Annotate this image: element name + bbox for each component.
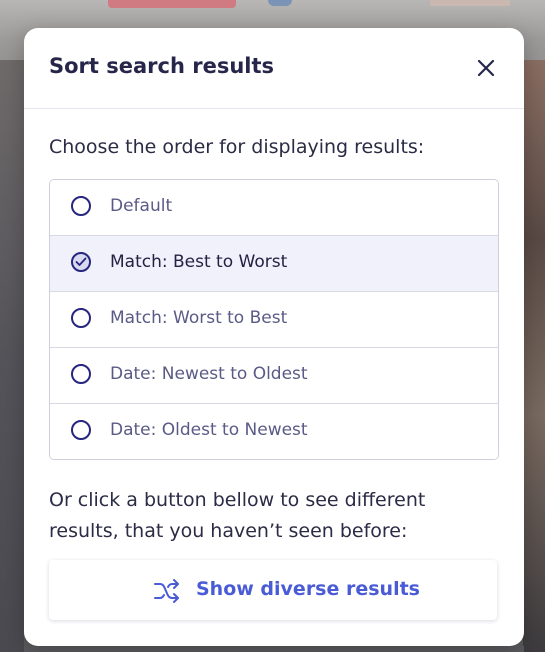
background-element: [108, 0, 236, 8]
sort-option-match-best-to-worst[interactable]: Match: Best to Worst: [50, 235, 498, 291]
background-element: [0, 60, 24, 652]
background-element: [24, 646, 524, 652]
show-diverse-results-button[interactable]: Show diverse results: [49, 560, 497, 620]
background-element: [523, 60, 545, 652]
radio-button[interactable]: [71, 196, 91, 216]
dialog-header: Sort search results: [24, 28, 524, 109]
sort-dialog: Sort search results Choose the order for…: [24, 28, 524, 646]
note-line: Or click a button bellow to see differen…: [49, 489, 426, 511]
diverse-results-note: Or click a button bellow to see differen…: [49, 485, 489, 547]
background-element: [268, 0, 292, 6]
sort-option-date-oldest-to-newest[interactable]: Date: Oldest to Newest: [50, 403, 498, 459]
sort-prompt: Choose the order for displaying results:: [49, 136, 425, 158]
sort-option-label: Match: Best to Worst: [110, 252, 288, 272]
sort-option-label: Default: [110, 196, 173, 216]
check-icon: [75, 257, 87, 266]
radio-button-checked[interactable]: [71, 252, 91, 272]
sort-option-default[interactable]: Default: [50, 180, 498, 235]
sort-option-label: Date: Newest to Oldest: [110, 364, 308, 384]
shuffle-icon: [154, 579, 179, 603]
show-diverse-results-label: Show diverse results: [196, 578, 420, 600]
dialog-title: Sort search results: [49, 54, 275, 78]
sort-option-date-newest-to-oldest[interactable]: Date: Newest to Oldest: [50, 347, 498, 403]
sort-option-label: Date: Oldest to Newest: [110, 420, 308, 440]
sort-option-match-worst-to-best[interactable]: Match: Worst to Best: [50, 291, 498, 347]
background-element: [430, 0, 510, 6]
radio-button[interactable]: [71, 364, 91, 384]
sort-option-label: Match: Worst to Best: [110, 308, 288, 328]
radio-button[interactable]: [71, 420, 91, 440]
sort-options-list: Default Match: Best to Worst Match: Wors…: [49, 179, 499, 460]
close-button[interactable]: [474, 56, 498, 80]
close-icon: [477, 59, 495, 77]
note-line: results, that you haven’t seen before:: [49, 520, 408, 542]
radio-button[interactable]: [71, 308, 91, 328]
